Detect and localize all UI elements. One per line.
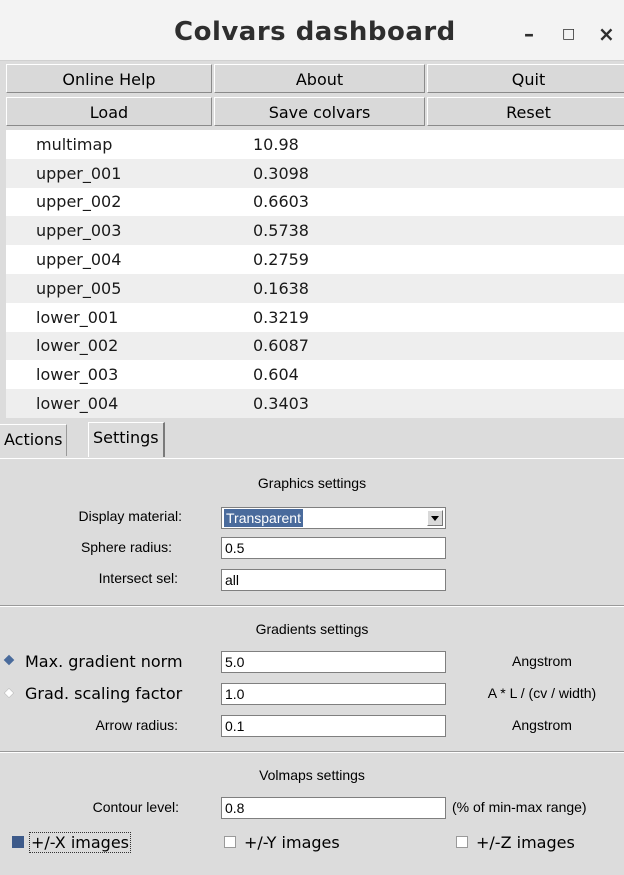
colvar-name: multimap [36, 134, 113, 154]
scaling-factor-radio[interactable] [3, 687, 15, 699]
contour-level-label: Contour level: [92, 799, 179, 815]
colvar-value: 0.1638 [253, 278, 309, 298]
list-item[interactable]: multimap 10.98 [6, 130, 624, 159]
max-gradient-norm-label: Max. gradient norm [25, 652, 183, 671]
y-images-checkbox[interactable] [224, 836, 236, 848]
list-item[interactable]: lower_001 0.3219 [6, 303, 624, 332]
load-button[interactable]: Load [6, 97, 212, 126]
colvar-name: upper_001 [36, 163, 122, 183]
display-material-select[interactable]: Transparent [221, 507, 446, 529]
colvar-list[interactable]: multimap 10.98 upper_001 0.3098 upper_002 0… [6, 130, 624, 418]
list-item[interactable]: upper_004 0.2759 [6, 245, 624, 274]
button-row-bottom: Load Save colvars Reset [6, 97, 624, 128]
colvar-name: upper_005 [36, 278, 122, 298]
maximize-icon[interactable]: □ [562, 26, 575, 42]
list-item[interactable]: upper_003 0.5738 [6, 216, 624, 246]
list-item[interactable]: lower_003 0.604 [6, 360, 624, 389]
save-colvars-button[interactable]: Save colvars [214, 97, 425, 126]
colvar-name: upper_004 [36, 250, 122, 270]
quit-button[interactable]: Quit [427, 64, 624, 93]
x-images-label[interactable]: +/-X images [29, 832, 131, 853]
contour-level-unit: (% of min-max range) [452, 799, 587, 815]
colvar-name: upper_002 [36, 192, 122, 212]
reset-button[interactable]: Reset [427, 97, 624, 126]
section-divider [0, 751, 624, 753]
colvar-value: 0.3403 [253, 394, 309, 414]
button-row-top: Online Help About Quit [6, 64, 624, 95]
tab-settings[interactable]: Settings [88, 422, 165, 457]
window-title: Colvars dashboard [174, 17, 456, 47]
max-norm-radio[interactable] [3, 654, 15, 666]
close-icon[interactable]: × [598, 22, 615, 46]
grad-scaling-factor-label: Grad. scaling factor [25, 684, 183, 703]
arrow-radius-input[interactable]: 0.1 [221, 715, 446, 737]
tab-actions[interactable]: Actions [0, 424, 68, 456]
contour-level-input[interactable]: 0.8 [221, 797, 446, 819]
gradients-settings-title: Gradients settings [255, 621, 369, 637]
sphere-radius-input[interactable]: 0.5 [221, 537, 446, 559]
colvar-value: 0.2759 [253, 250, 309, 270]
list-item[interactable]: lower_002 0.6087 [6, 331, 624, 361]
list-item[interactable]: upper_005 0.1638 [6, 273, 624, 303]
list-item[interactable]: lower_004 0.3403 [6, 389, 624, 418]
display-material-label: Display material: [78, 508, 182, 524]
intersect-sel-input[interactable]: all [221, 569, 446, 591]
max-gradient-norm-input[interactable]: 5.0 [221, 651, 446, 673]
colvar-value: 0.5738 [253, 221, 309, 241]
colvar-value: 0.6603 [253, 192, 309, 212]
graphics-settings-title: Graphics settings [257, 475, 367, 491]
tab-bar: Actions Settings [0, 418, 624, 458]
tab-divider [0, 458, 624, 459]
colvar-value: 0.3219 [253, 307, 309, 327]
colvar-name: lower_004 [36, 394, 119, 414]
window-titlebar[interactable]: Colvars dashboard – □ × [0, 0, 624, 61]
x-images-checkbox[interactable] [12, 836, 24, 848]
dropdown-arrow-icon[interactable] [427, 510, 443, 526]
colvar-name: lower_002 [36, 336, 119, 356]
about-button[interactable]: About [214, 64, 425, 93]
display-material-value: Transparent [224, 509, 303, 527]
arrow-radius-unit: Angstrom [512, 717, 572, 733]
max-gradient-norm-unit: Angstrom [512, 653, 572, 669]
colvar-value: 10.98 [253, 134, 299, 154]
y-images-label[interactable]: +/-Y images [244, 833, 340, 852]
online-help-button[interactable]: Online Help [6, 64, 212, 93]
colvar-name: upper_003 [36, 221, 122, 241]
colvar-value: 0.3098 [253, 163, 309, 183]
colvar-value: 0.604 [253, 365, 299, 385]
list-item[interactable]: upper_002 0.6603 [6, 188, 624, 217]
list-item[interactable]: upper_001 0.3098 [6, 158, 624, 188]
arrow-radius-label: Arrow radius: [95, 717, 178, 733]
colvar-name: lower_001 [36, 307, 119, 327]
intersect-sel-label: Intersect sel: [98, 570, 178, 586]
z-images-label[interactable]: +/-Z images [476, 833, 575, 852]
colvar-name: lower_003 [36, 365, 119, 385]
colvar-value: 0.6087 [253, 336, 309, 356]
volmaps-settings-title: Volmaps settings [259, 767, 365, 783]
z-images-checkbox[interactable] [456, 836, 468, 848]
grad-scaling-factor-input[interactable]: 1.0 [221, 683, 446, 705]
sphere-radius-label: Sphere radius: [80, 539, 172, 555]
grad-scaling-factor-unit: A * L / (cv / width) [487, 685, 597, 701]
minimize-icon[interactable]: – [524, 22, 534, 46]
section-divider [0, 605, 624, 607]
